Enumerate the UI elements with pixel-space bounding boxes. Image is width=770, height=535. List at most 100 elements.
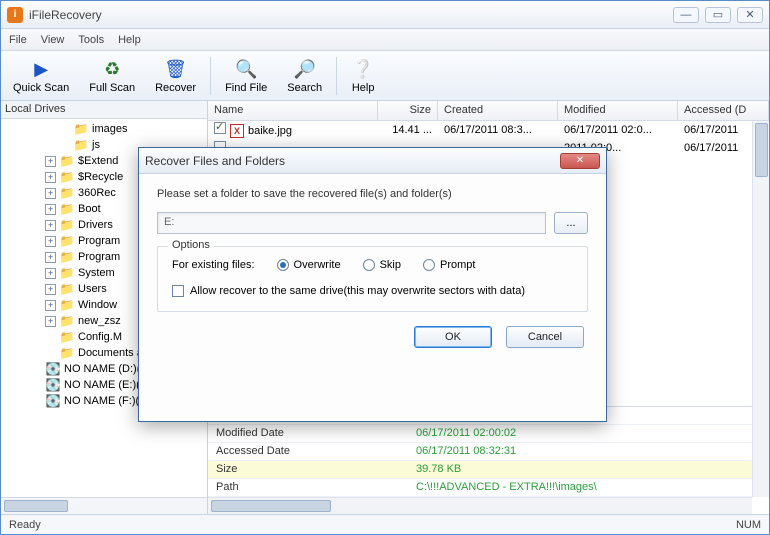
toolbar-label: Quick Scan <box>13 82 69 94</box>
detail-label: Modified Date <box>208 425 408 442</box>
detail-value: C:\!!!ADVANCED - EXTRA!!!\images\ <box>408 479 752 496</box>
file-row[interactable]: Xbaike.jpg14.41 ...06/17/2011 08:3...06/… <box>208 121 769 139</box>
maximize-button[interactable]: ▭ <box>705 7 731 23</box>
tree-item-label: System <box>78 267 115 279</box>
list-v-scrollbar[interactable] <box>752 121 769 497</box>
detail-value: 39.78 KB <box>408 461 752 478</box>
tree-item-label: $Recycle <box>78 171 123 183</box>
expander-icon[interactable]: + <box>45 188 56 199</box>
ok-button[interactable]: OK <box>414 326 492 348</box>
options-fieldset: Options For existing files: Overwrite Sk… <box>157 246 588 312</box>
tree-item-label: $Extend <box>78 155 118 167</box>
col-size[interactable]: Size <box>378 101 438 120</box>
help-button[interactable]: ❔Help <box>341 56 385 96</box>
folder-icon: 📁 <box>73 122 89 136</box>
col-modified[interactable]: Modified <box>558 101 678 120</box>
help-icon: ❔ <box>351 58 375 82</box>
col-accessed[interactable]: Accessed (D <box>678 101 769 120</box>
expander-icon[interactable]: + <box>45 220 56 231</box>
quick-scan-button[interactable]: ▶Quick Scan <box>3 56 79 96</box>
folder-icon: 📁 <box>59 250 75 264</box>
toolbar-label: Search <box>287 82 322 94</box>
menu-help[interactable]: Help <box>118 34 141 46</box>
expander-icon[interactable]: + <box>45 300 56 311</box>
dialog-buttons: OK Cancel <box>157 326 588 348</box>
list-h-scrollbar[interactable] <box>208 497 752 514</box>
scrollbar-thumb[interactable] <box>211 500 331 512</box>
path-input[interactable]: E: <box>157 212 546 234</box>
expander-icon[interactable]: + <box>45 156 56 167</box>
tree-item-label: Users <box>78 283 107 295</box>
menu-tools[interactable]: Tools <box>78 34 104 46</box>
radio-skip[interactable]: Skip <box>363 259 401 271</box>
toolbar-label: Full Scan <box>89 82 135 94</box>
tree-item-label: Window <box>78 299 117 311</box>
tree-item-label: Program <box>78 235 120 247</box>
toolbar-label: Recover <box>155 82 196 94</box>
radio-overwrite[interactable]: Overwrite <box>277 259 341 271</box>
expander-icon[interactable]: + <box>45 284 56 295</box>
scan-icon: ♻ <box>100 58 124 82</box>
folder-icon: 📁 <box>59 314 75 328</box>
folder-icon: 💽 <box>45 394 61 408</box>
cancel-button[interactable]: Cancel <box>506 326 584 348</box>
row-checkbox[interactable] <box>214 122 226 134</box>
close-button[interactable]: ✕ <box>737 7 763 23</box>
folder-icon: 📁 <box>73 138 89 152</box>
radio-icon <box>423 259 435 271</box>
file-created: 06/17/2011 08:3... <box>438 123 558 137</box>
status-num: NUM <box>736 519 761 531</box>
tree-h-scrollbar[interactable] <box>1 497 207 514</box>
expander-icon[interactable]: + <box>45 172 56 183</box>
search-button[interactable]: 🔎Search <box>277 56 332 96</box>
folder-icon: 📁 <box>59 234 75 248</box>
folder-icon: 📁 <box>59 282 75 296</box>
existing-files-label: For existing files: <box>172 259 255 271</box>
dialog-instruction: Please set a folder to save the recovere… <box>157 188 588 200</box>
radio-icon <box>277 259 289 271</box>
tree-item[interactable]: 📁images <box>3 121 205 137</box>
radio-label: Skip <box>380 259 401 271</box>
menu-view[interactable]: View <box>41 34 65 46</box>
search-icon: 🔎 <box>293 58 317 82</box>
folder-icon: 📁 <box>59 170 75 184</box>
checkbox-allow-same-drive[interactable]: Allow recover to the same drive(this may… <box>172 285 525 297</box>
minimize-button[interactable]: — <box>673 7 699 23</box>
dialog-titlebar[interactable]: Recover Files and Folders ✕ <box>139 148 606 174</box>
folder-icon: 📁 <box>59 186 75 200</box>
dialog-body: Please set a folder to save the recovere… <box>139 174 606 358</box>
find-file-button[interactable]: 🔍Find File <box>215 56 277 96</box>
tree-item-label: Config.M <box>78 331 122 343</box>
expander-icon[interactable]: + <box>45 204 56 215</box>
browse-button[interactable]: ... <box>554 212 588 234</box>
expander-icon[interactable]: + <box>45 268 56 279</box>
titlebar[interactable]: i iFileRecovery — ▭ ✕ <box>1 1 769 29</box>
tree-item-label: Drivers <box>78 219 113 231</box>
scrollbar-thumb[interactable] <box>4 500 68 512</box>
radio-prompt[interactable]: Prompt <box>423 259 475 271</box>
detail-value: 06/17/2011 02:00:02 <box>408 425 752 442</box>
detail-row: PathC:\!!!ADVANCED - EXTRA!!!\images\ <box>208 479 752 497</box>
recover-button[interactable]: 🗑Recover <box>145 56 206 96</box>
folder-icon: 📁 <box>59 202 75 216</box>
full-scan-button[interactable]: ♻Full Scan <box>79 56 145 96</box>
expander-icon[interactable]: + <box>45 236 56 247</box>
detail-row: Size39.78 KB <box>208 461 752 479</box>
path-row: E: ... <box>157 212 588 234</box>
options-legend: Options <box>168 239 214 251</box>
detail-label: Path <box>208 479 408 496</box>
magnifier-icon: 🔍 <box>234 58 258 82</box>
menu-file[interactable]: File <box>9 34 27 46</box>
dialog-close-button[interactable]: ✕ <box>560 153 600 169</box>
folder-icon: 📁 <box>59 154 75 168</box>
deleted-file-icon: X <box>230 124 244 138</box>
radio-label: Overwrite <box>294 259 341 271</box>
col-name[interactable]: Name <box>208 101 378 120</box>
statusbar: Ready NUM <box>1 514 769 534</box>
scrollbar-thumb[interactable] <box>755 123 768 177</box>
col-created[interactable]: Created <box>438 101 558 120</box>
app-icon: i <box>7 7 23 23</box>
expander-icon[interactable]: + <box>45 316 56 327</box>
folder-icon: 💽 <box>45 362 61 376</box>
expander-icon[interactable]: + <box>45 252 56 263</box>
